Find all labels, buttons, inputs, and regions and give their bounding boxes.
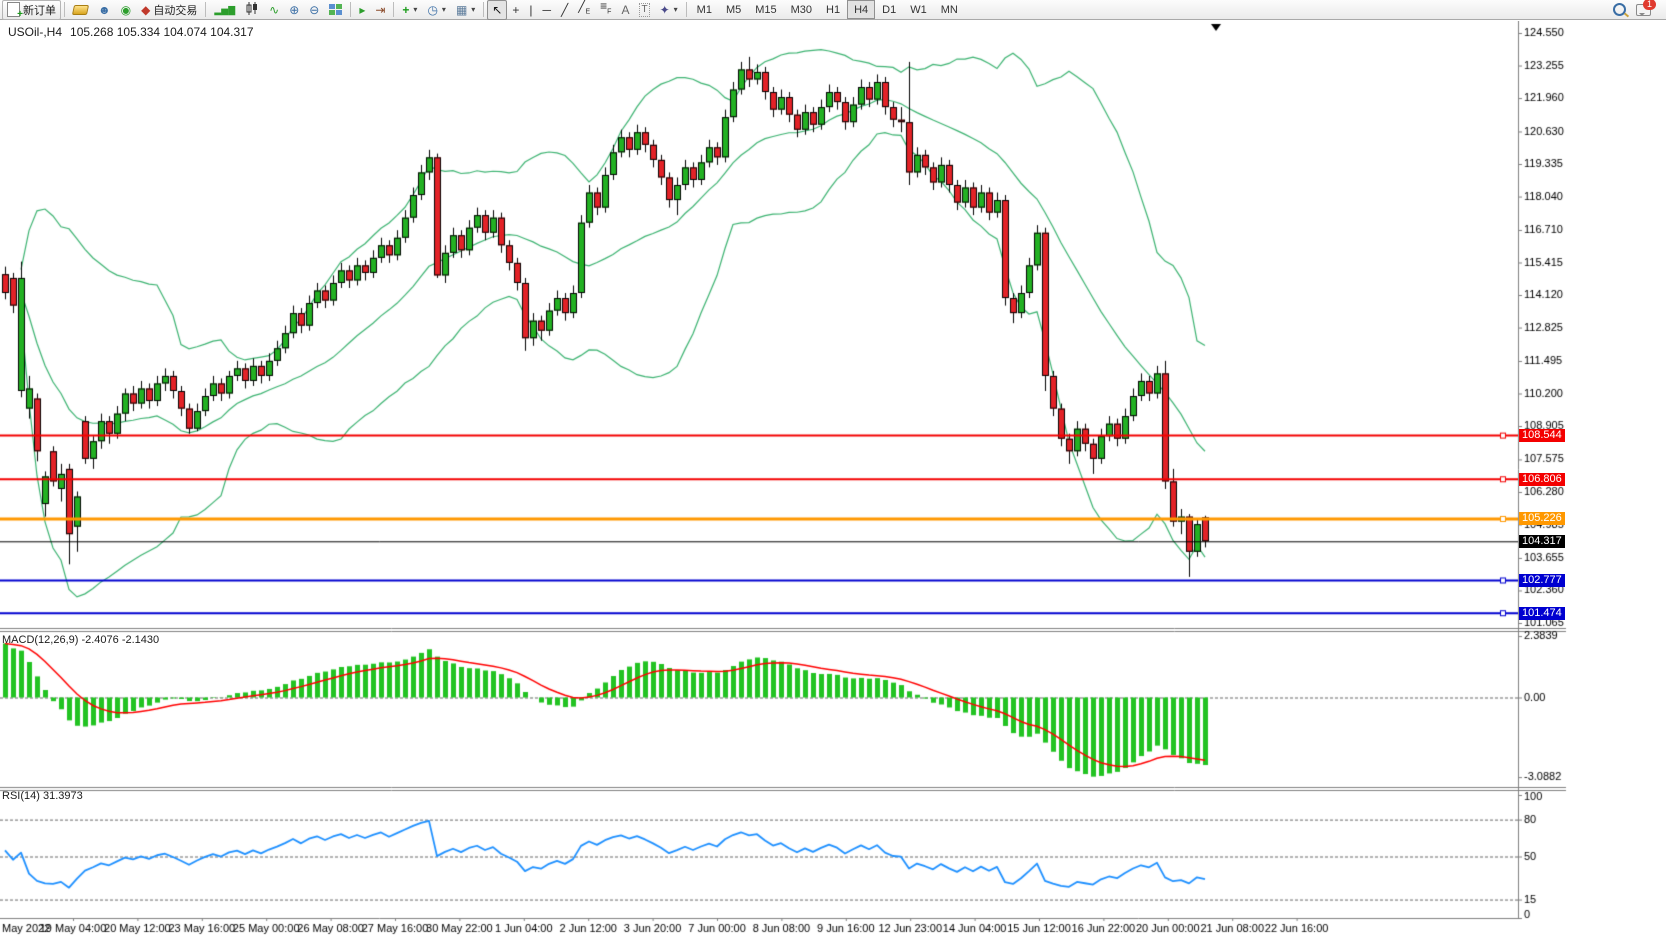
auto-scroll-icon: ▸ — [359, 4, 365, 16]
timeframe-button-h4[interactable]: H4 — [847, 0, 875, 19]
price-line-label-105.226[interactable]: 105.226 — [1519, 512, 1565, 525]
terminal-button[interactable]: ☻ — [93, 0, 116, 20]
periods-button[interactable]: ◷▾ — [422, 0, 451, 20]
chart-shift-icon: ⇥ — [375, 4, 385, 16]
timeframe-group: M1M5M15M30H1H4D1W1MN — [690, 0, 965, 19]
toolbar-separator — [393, 2, 394, 17]
price-line-label-104.317: 104.317 — [1519, 535, 1565, 548]
text-icon: A — [621, 4, 629, 16]
crosshair-icon: + — [512, 4, 519, 16]
terminal-icon: ☻ — [98, 4, 111, 16]
text-label-tool-button[interactable]: T — [634, 0, 654, 20]
signal-button[interactable]: ◉ — [116, 0, 136, 20]
line-chart-icon: ∿ — [269, 4, 279, 16]
templates-icon: ▦ — [456, 4, 467, 16]
signal-icon: ◉ — [121, 4, 131, 16]
vertical-line-tool-button[interactable]: | — [524, 0, 537, 20]
periods-icon: ◷ — [427, 4, 437, 16]
toolbar-separator — [350, 2, 351, 17]
market-watch-button[interactable] — [68, 0, 93, 20]
zoom-in-button[interactable]: ⊕ — [284, 0, 304, 20]
timeframe-button-m1[interactable]: M1 — [690, 0, 719, 19]
shapes-icon: ✦ — [660, 4, 670, 16]
cursor-tool-button[interactable]: ↖ — [487, 0, 507, 20]
candlestick-chart-button[interactable] — [240, 0, 264, 20]
timeframe-button-m5[interactable]: M5 — [719, 0, 748, 19]
cursor-icon: ↖ — [492, 4, 502, 16]
search-icon — [1613, 3, 1626, 16]
toolbar: 新订单 ☻ ◉ ◆ 自动交易 ▂▅▇ ∿ ⊕ ⊖ ▸ ⇥ +▾ ◷▾ ▦▾ ↖ … — [0, 0, 1666, 20]
chevron-down-icon: ▾ — [442, 5, 446, 14]
tile-windows-icon — [329, 4, 342, 15]
chat-icon: 1 — [1636, 4, 1651, 16]
autotrade-icon: ◆ — [141, 4, 150, 16]
timeframe-button-m15[interactable]: M15 — [748, 0, 783, 19]
chart-shift-button[interactable]: ⇥ — [370, 0, 390, 20]
tile-windows-button[interactable] — [324, 0, 347, 20]
crosshair-tool-button[interactable]: + — [507, 0, 524, 20]
trendline-tool-button[interactable]: ╱ — [556, 0, 573, 20]
chart-area: USOil-,H4105.268 105.334 104.074 104.317… — [0, 21, 1666, 940]
timeframe-button-w1[interactable]: W1 — [903, 0, 934, 19]
auto-trading-button[interactable]: ◆ 自动交易 — [136, 0, 202, 20]
toolbar-separator — [483, 2, 484, 17]
shapes-tool-button[interactable]: ✦▾ — [655, 0, 683, 20]
bar-chart-icon: ▂▅▇ — [214, 4, 235, 16]
toolbar-separator — [205, 2, 206, 17]
chevron-down-icon: ▾ — [674, 5, 678, 14]
indicators-icon: + — [402, 4, 409, 16]
auto-trading-label: 自动交易 — [153, 2, 197, 18]
gold-bar-icon — [72, 5, 89, 15]
chart-canvas[interactable] — [0, 21, 1666, 940]
new-order-button[interactable]: 新订单 — [2, 0, 61, 20]
vertical-line-icon: | — [529, 4, 532, 16]
trendline-icon: ╱ — [561, 4, 568, 16]
price-line-label-101.474[interactable]: 101.474 — [1519, 607, 1565, 620]
auto-scroll-button[interactable]: ▸ — [354, 0, 370, 20]
price-line-label-102.777[interactable]: 102.777 — [1519, 574, 1565, 587]
channel-tool-button[interactable]: ╱E — [573, 0, 595, 20]
timeframe-button-mn[interactable]: MN — [934, 0, 965, 19]
fibonacci-tool-button[interactable]: ≡F — [595, 0, 616, 20]
text-tool-button[interactable]: A — [616, 0, 634, 20]
price-line-label-106.806[interactable]: 106.806 — [1519, 473, 1565, 486]
new-order-icon — [7, 2, 20, 17]
horizontal-line-tool-button[interactable]: ─ — [538, 0, 557, 20]
chevron-down-icon: ▾ — [471, 5, 475, 14]
zoom-in-icon: ⊕ — [289, 4, 299, 16]
indicators-button[interactable]: +▾ — [397, 0, 422, 20]
candlestick-icon — [245, 2, 259, 18]
zoom-out-button[interactable]: ⊖ — [304, 0, 324, 20]
templates-button[interactable]: ▦▾ — [451, 0, 480, 20]
price-line-label-108.544[interactable]: 108.544 — [1519, 429, 1565, 442]
fibonacci-icon: ≡F — [600, 0, 611, 18]
search-button[interactable] — [1608, 0, 1631, 20]
horizontal-line-icon: ─ — [543, 4, 552, 16]
timeframe-button-d1[interactable]: D1 — [875, 0, 903, 19]
new-order-label: 新订单 — [23, 2, 56, 18]
mt4-window: 新订单 ☻ ◉ ◆ 自动交易 ▂▅▇ ∿ ⊕ ⊖ ▸ ⇥ +▾ ◷▾ ▦▾ ↖ … — [0, 0, 1666, 940]
toolbar-separator — [64, 2, 65, 17]
zoom-out-icon: ⊖ — [309, 4, 319, 16]
toolbar-separator — [686, 2, 687, 17]
bar-chart-button[interactable]: ▂▅▇ — [209, 0, 240, 20]
timeframe-button-m30[interactable]: M30 — [784, 0, 819, 19]
text-label-icon: T — [639, 3, 649, 17]
notifications-button[interactable]: 1 — [1631, 0, 1656, 20]
channel-icon: ╱E — [578, 0, 590, 18]
chevron-down-icon: ▾ — [413, 5, 417, 14]
line-chart-button[interactable]: ∿ — [264, 0, 284, 20]
notification-badge: 1 — [1643, 0, 1656, 10]
timeframe-button-h1[interactable]: H1 — [819, 0, 847, 19]
